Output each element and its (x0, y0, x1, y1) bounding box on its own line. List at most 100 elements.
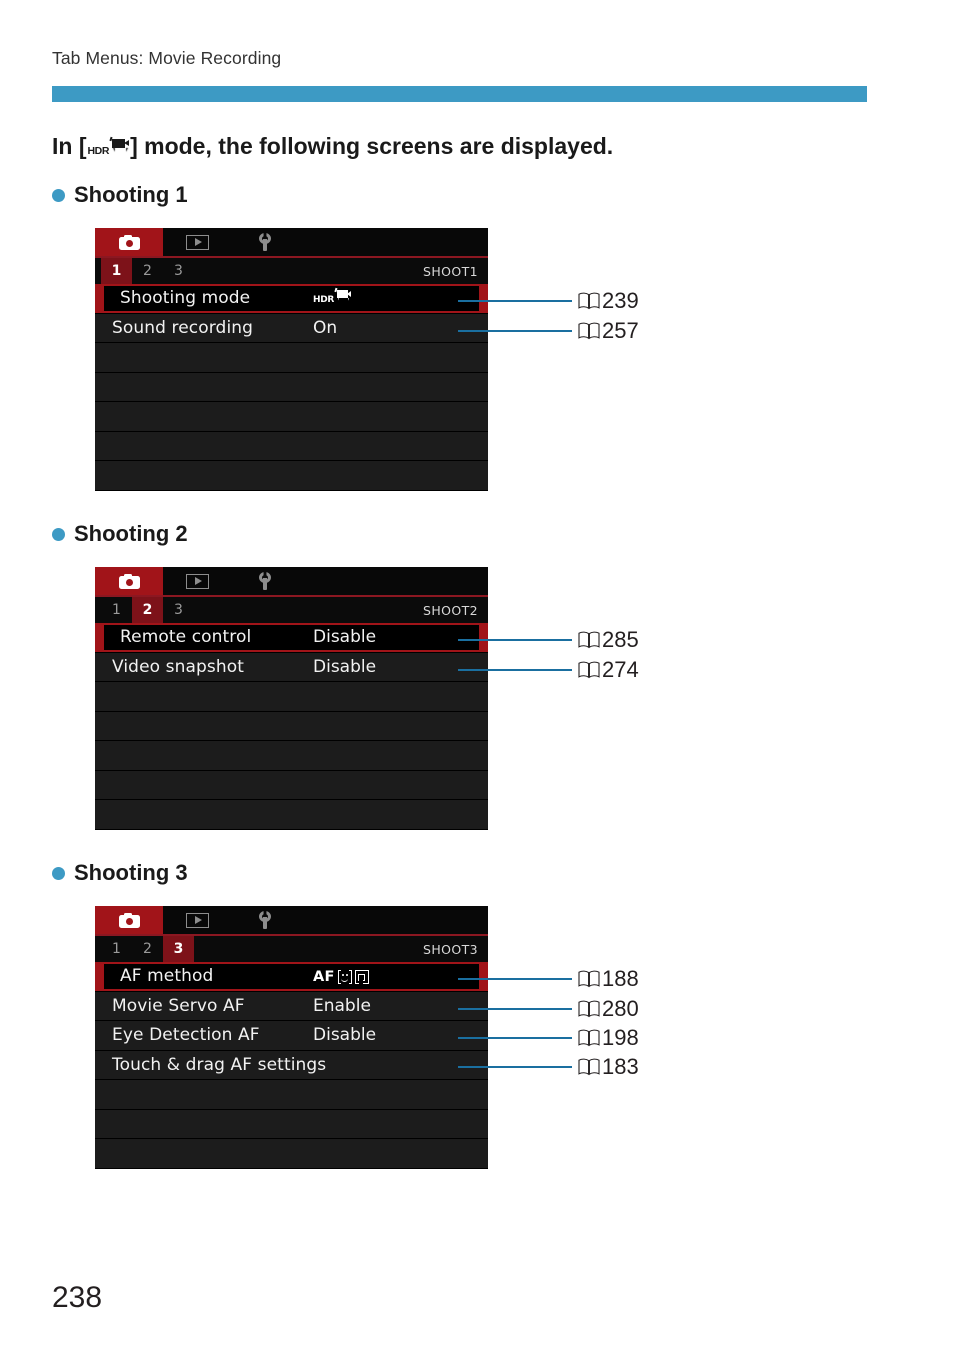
tab-playback[interactable] (163, 567, 231, 595)
header-rule-bar (52, 86, 867, 102)
menu-item-list: Shooting mode HDR Sound recording On (95, 284, 488, 491)
menu-item-value: Disable (313, 1025, 377, 1046)
book-icon (578, 322, 600, 340)
menu-page-number-row[interactable]: 1 2 3 SHOOT2 (95, 597, 488, 623)
menu-item-shooting-mode[interactable]: Shooting mode HDR (95, 284, 488, 314)
page-folio: 238 (52, 1281, 103, 1314)
book-icon (578, 631, 600, 649)
tab-camera[interactable] (95, 567, 163, 595)
section-heading-shooting-3: Shooting 3 (52, 860, 188, 886)
menu-item-af-method[interactable]: AF method AF (95, 962, 488, 992)
menu-page-tab-3[interactable]: 3 (163, 597, 194, 623)
menu-item-remote-control[interactable]: Remote control Disable (95, 623, 488, 653)
menu-item-eye-detection-af[interactable]: Eye Detection AF Disable (95, 1021, 488, 1051)
menu-page-tab-2[interactable]: 2 (132, 936, 163, 962)
menu-item-video-snapshot[interactable]: Video snapshot Disable (95, 652, 488, 682)
menu-page-number-row[interactable]: 1 2 3 SHOOT3 (95, 936, 488, 962)
tab-setup[interactable] (231, 906, 299, 934)
menu-item-empty (95, 1109, 488, 1139)
menu-item-label: Eye Detection AF (112, 1025, 260, 1046)
menu-item-label: Video snapshot (112, 656, 244, 677)
leader-line (458, 639, 572, 641)
leader-line (458, 330, 572, 332)
camera-icon (118, 234, 140, 250)
menu-item-touch-drag-af-settings[interactable]: Touch & drag AF settings (95, 1050, 488, 1080)
page-reference: 198 (578, 1027, 639, 1049)
menu-item-value: Disable (313, 627, 377, 648)
menu-item-empty (95, 1080, 488, 1110)
camera-menu-screen-shooting-3[interactable]: 1 2 3 SHOOT3 AF method AF Movie Servo AF… (95, 906, 488, 1169)
section-heading-label: Shooting 2 (74, 521, 188, 546)
menu-item-empty (95, 402, 488, 432)
menu-tabbar[interactable] (95, 567, 488, 597)
camera-menu-screen-shooting-2[interactable]: 1 2 3 SHOOT2 Remote control Disable Vide… (95, 567, 488, 830)
menu-page-tab-3[interactable]: 3 (163, 258, 194, 284)
menu-tabbar[interactable] (95, 906, 488, 936)
menu-item-value: On (313, 317, 338, 338)
menu-page-tab-1[interactable]: 1 (101, 597, 132, 623)
bullet-dot-icon (52, 527, 65, 541)
page-number: 188 (602, 966, 639, 991)
intro-suffix: ] mode, the following screens are displa… (130, 133, 614, 159)
camcorder-icon (334, 288, 352, 306)
hdr-movie-mode-icon: HDR (88, 136, 130, 158)
menu-item-empty (95, 1139, 488, 1169)
menu-item-label: Remote control (120, 627, 252, 648)
page-reference: 274 (578, 659, 639, 681)
menu-item-empty (95, 431, 488, 461)
menu-page-tab-3[interactable]: 3 (163, 936, 194, 962)
menu-item-label: Movie Servo AF (112, 995, 245, 1016)
menu-tabbar[interactable] (95, 228, 488, 258)
menu-item-empty (95, 372, 488, 402)
running-head: Tab Menus: Movie Recording (52, 48, 282, 68)
book-icon (578, 1000, 600, 1018)
tab-playback[interactable] (163, 228, 231, 256)
camera-menu-screen-shooting-1[interactable]: 1 2 3 SHOOT1 Shooting mode HDR Sound rec… (95, 228, 488, 491)
menu-item-label: Sound recording (112, 317, 254, 338)
shoot-label: SHOOT2 (422, 602, 478, 618)
book-icon (578, 1058, 600, 1076)
menu-item-empty (95, 800, 488, 830)
camera-icon (118, 912, 140, 928)
tab-camera[interactable] (95, 906, 163, 934)
tab-camera[interactable] (95, 228, 163, 256)
menu-page-tab-1[interactable]: 1 (101, 936, 132, 962)
menu-item-value: AF (313, 966, 369, 986)
menu-item-label: Shooting mode (120, 288, 251, 309)
leader-line (458, 669, 572, 671)
menu-item-list: AF method AF Movie Servo AF Enable Eye D… (95, 962, 488, 1169)
page-number: 257 (602, 318, 639, 343)
af-label: AF (313, 969, 335, 986)
menu-item-sound-recording[interactable]: Sound recording On (95, 313, 488, 343)
af-face-frame-icon: AF (313, 969, 369, 985)
page-reference: 285 (578, 629, 639, 651)
menu-page-tab-2[interactable]: 2 (132, 258, 163, 284)
book-icon (578, 292, 600, 310)
menu-page-tab-2[interactable]: 2 (132, 597, 163, 623)
section-heading-label: Shooting 3 (74, 860, 188, 885)
menu-item-value: Enable (313, 995, 371, 1016)
menu-page-tab-1[interactable]: 1 (101, 258, 132, 284)
menu-item-empty (95, 461, 488, 491)
tab-setup[interactable] (231, 228, 299, 256)
leader-line (458, 1037, 572, 1039)
section-heading-label: Shooting 1 (74, 182, 188, 207)
menu-item-movie-servo-af[interactable]: Movie Servo AF Enable (95, 991, 488, 1021)
page-reference: 239 (578, 290, 639, 312)
camcorder-icon (109, 136, 130, 158)
page-number: 183 (602, 1054, 639, 1079)
book-icon (578, 661, 600, 679)
tab-playback[interactable] (163, 906, 231, 934)
section-heading-shooting-2: Shooting 2 (52, 521, 188, 547)
intro-prefix: In [ (52, 133, 87, 159)
menu-item-value: Disable (313, 656, 377, 677)
menu-item-empty (95, 741, 488, 771)
tab-setup[interactable] (231, 567, 299, 595)
playback-icon (185, 573, 209, 589)
menu-item-label: Touch & drag AF settings (112, 1054, 327, 1075)
leader-line (458, 1008, 572, 1010)
page-reference: 280 (578, 998, 639, 1020)
menu-item-empty (95, 770, 488, 800)
menu-page-number-row[interactable]: 1 2 3 SHOOT1 (95, 258, 488, 284)
page-number: 239 (602, 288, 639, 313)
